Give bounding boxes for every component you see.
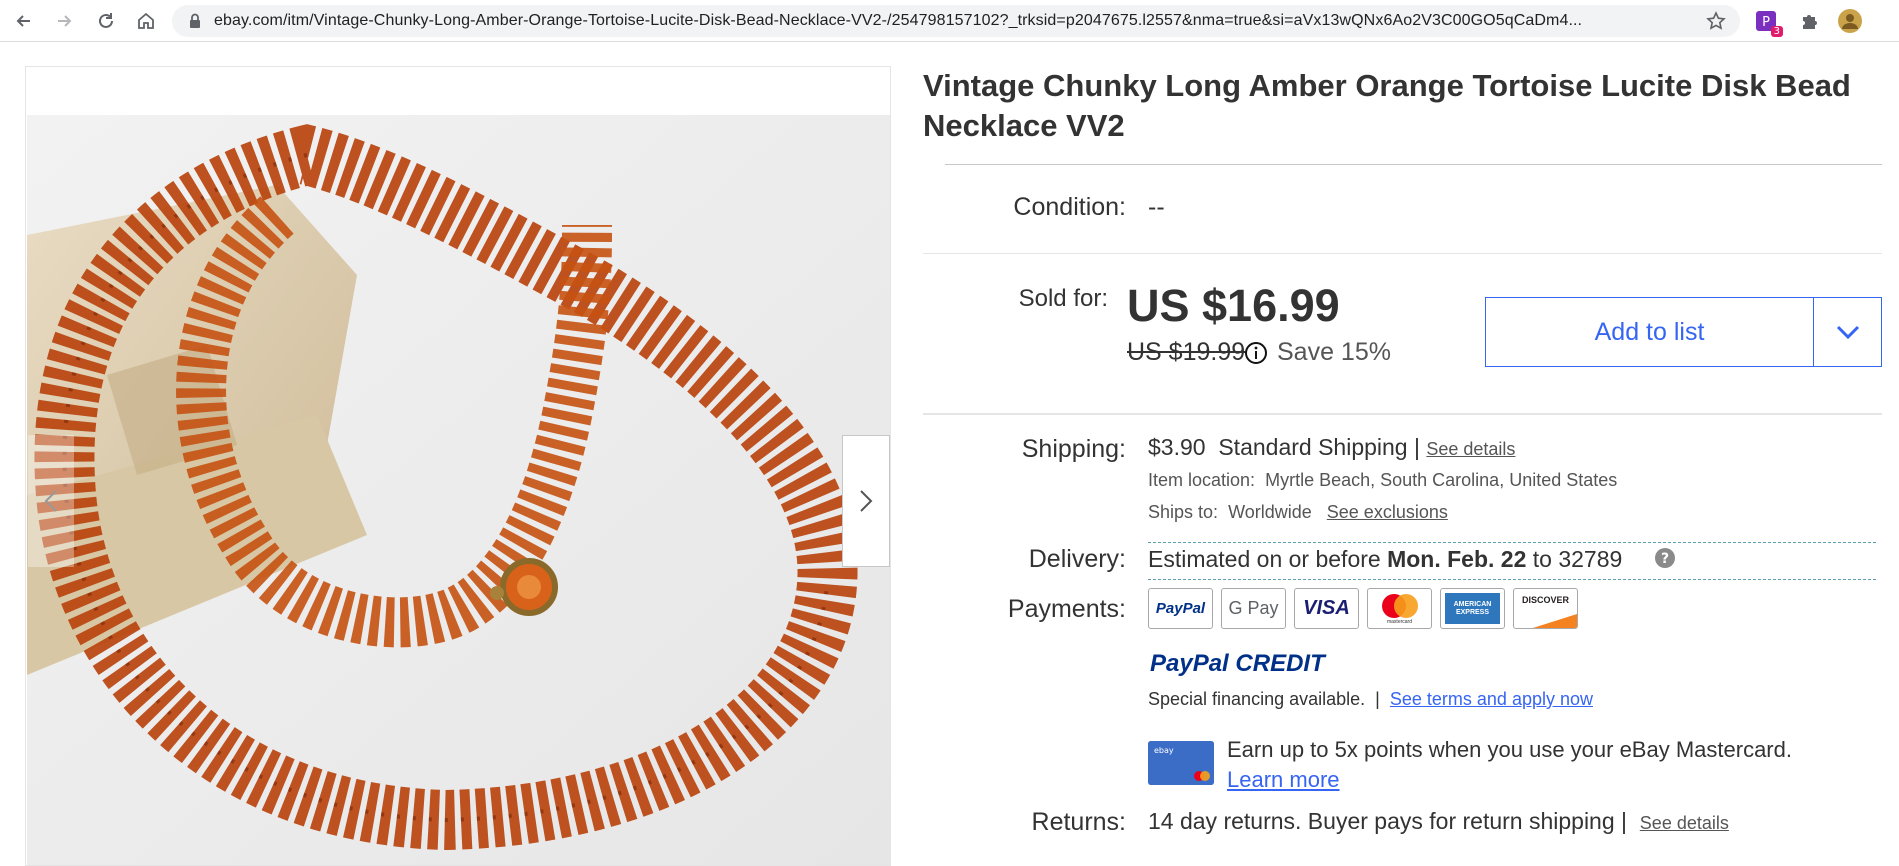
divider xyxy=(945,164,1882,165)
delivery-zip[interactable]: 32789 xyxy=(1558,546,1622,572)
ships-to-value: Worldwide xyxy=(1228,502,1312,522)
url-text: ebay.com/itm/Vintage-Chunky-Long-Amber-O… xyxy=(214,12,1583,29)
original-price: US $19.99 xyxy=(1127,338,1246,366)
address-bar[interactable]: ebay.com/itm/Vintage-Chunky-Long-Amber-O… xyxy=(172,5,1740,37)
delivery-label: Delivery: xyxy=(1028,545,1126,573)
extension-icon[interactable]: P 3 xyxy=(1752,7,1783,37)
separator: | xyxy=(1375,689,1380,709)
back-button[interactable] xyxy=(4,1,44,41)
add-to-list-button[interactable]: Add to list xyxy=(1485,297,1814,367)
financing-label: Special financing available. xyxy=(1148,689,1366,709)
separator: | xyxy=(1414,434,1420,460)
item-location-value: Myrtle Beach, South Carolina, United Sta… xyxy=(1265,470,1618,490)
shipping-label: Shipping: xyxy=(1021,435,1126,463)
visa-logo: VISA xyxy=(1294,588,1359,629)
financing-text: Special financing available. | See terms… xyxy=(1148,689,1593,710)
amex-logo: AMERICAN EXPRESS xyxy=(1440,588,1505,629)
condition-label: Condition: xyxy=(1013,193,1126,221)
help-icon[interactable]: ? xyxy=(1654,547,1676,569)
chevron-down-icon xyxy=(1836,325,1859,339)
see-terms-link[interactable]: See terms and apply now xyxy=(1390,689,1593,709)
item-location: Item location: Myrtle Beach, South Carol… xyxy=(1148,470,1617,491)
paypal-credit-logo: PayPal CREDIT xyxy=(1150,650,1325,677)
divider xyxy=(923,413,1882,415)
delivery-to: to xyxy=(1532,546,1552,572)
chevron-left-icon xyxy=(44,490,57,512)
ships-to: Ships to: Worldwide See exclusions xyxy=(1148,502,1448,523)
returns-text: 14 day returns. Buyer pays for return sh… xyxy=(1148,808,1615,834)
delivery-prefix: Estimated on or before xyxy=(1148,546,1381,572)
reload-icon xyxy=(99,13,113,28)
reload-button[interactable] xyxy=(86,1,126,41)
browser-toolbar: ebay.com/itm/Vintage-Chunky-Long-Amber-O… xyxy=(0,0,1899,42)
shipping-method: Standard Shipping xyxy=(1218,434,1408,460)
price: US $16.99 xyxy=(1127,280,1340,331)
condition-value: -- xyxy=(1148,193,1165,221)
rewards-promo: Earn up to 5x points when you use your e… xyxy=(1227,735,1792,795)
returns-label: Returns: xyxy=(1031,808,1126,836)
returns-policy: 14 day returns. Buyer pays for return sh… xyxy=(1148,808,1729,835)
shipping-cost: $3.90 Standard Shipping | See details xyxy=(1148,434,1515,461)
svg-text:ebay: ebay xyxy=(1154,746,1174,755)
forward-button[interactable] xyxy=(44,1,84,41)
item-location-label: Item location: xyxy=(1148,470,1256,490)
sold-label: Sold for: xyxy=(1018,285,1108,312)
next-image-button[interactable] xyxy=(842,435,890,567)
separator: | xyxy=(1621,808,1628,834)
shipping-price: $3.90 xyxy=(1148,434,1206,460)
delivery-date: Mon. Feb. 22 xyxy=(1387,546,1527,572)
puzzle-icon[interactable] xyxy=(1796,7,1824,35)
profile-avatar[interactable] xyxy=(1836,7,1864,35)
ebay-mastercard-image: ebay xyxy=(1148,741,1214,785)
returns-see-details-link[interactable]: See details xyxy=(1640,813,1729,833)
delivery-estimate: Estimated on or before Mon. Feb. 22 to 3… xyxy=(1148,546,1622,573)
divider xyxy=(923,253,1882,254)
payments-label: Payments: xyxy=(1007,595,1126,623)
learn-more-link[interactable]: Learn more xyxy=(1227,767,1340,792)
see-exclusions-link[interactable]: See exclusions xyxy=(1327,502,1448,522)
necklace-photo[interactable] xyxy=(27,115,891,866)
image-gallery xyxy=(25,66,891,866)
chevron-right-icon xyxy=(860,490,873,512)
save-percent: Save 15% xyxy=(1277,338,1391,366)
shipping-see-details-link[interactable]: See details xyxy=(1426,439,1515,459)
extension-badge: 3 xyxy=(1770,26,1783,37)
svg-text:?: ? xyxy=(1661,551,1669,567)
discover-logo: DISCOVER xyxy=(1513,588,1578,629)
back-arrow-icon xyxy=(16,15,30,27)
add-to-list-dropdown[interactable] xyxy=(1813,297,1882,367)
google-pay-logo: G Pay xyxy=(1221,588,1286,629)
item-title: Vintage Chunky Long Amber Orange Tortois… xyxy=(923,68,1851,143)
lock-icon xyxy=(190,13,200,28)
home-button[interactable] xyxy=(126,1,166,41)
home-icon xyxy=(138,12,154,29)
bookmark-star-icon[interactable] xyxy=(1706,11,1726,31)
mastercard-logo: mastercard xyxy=(1367,588,1432,629)
paypal-logo: PayPal xyxy=(1148,588,1213,629)
svg-text:P: P xyxy=(1762,15,1770,30)
forward-arrow-icon xyxy=(58,15,72,27)
previous-image-button[interactable] xyxy=(28,435,74,567)
rewards-text: Earn up to 5x points when you use your e… xyxy=(1227,737,1792,762)
payment-methods: PayPal G Pay VISA mastercard AMERICAN EX… xyxy=(1148,588,1578,629)
ships-to-label: Ships to: xyxy=(1148,502,1219,522)
info-icon[interactable] xyxy=(1244,341,1268,365)
